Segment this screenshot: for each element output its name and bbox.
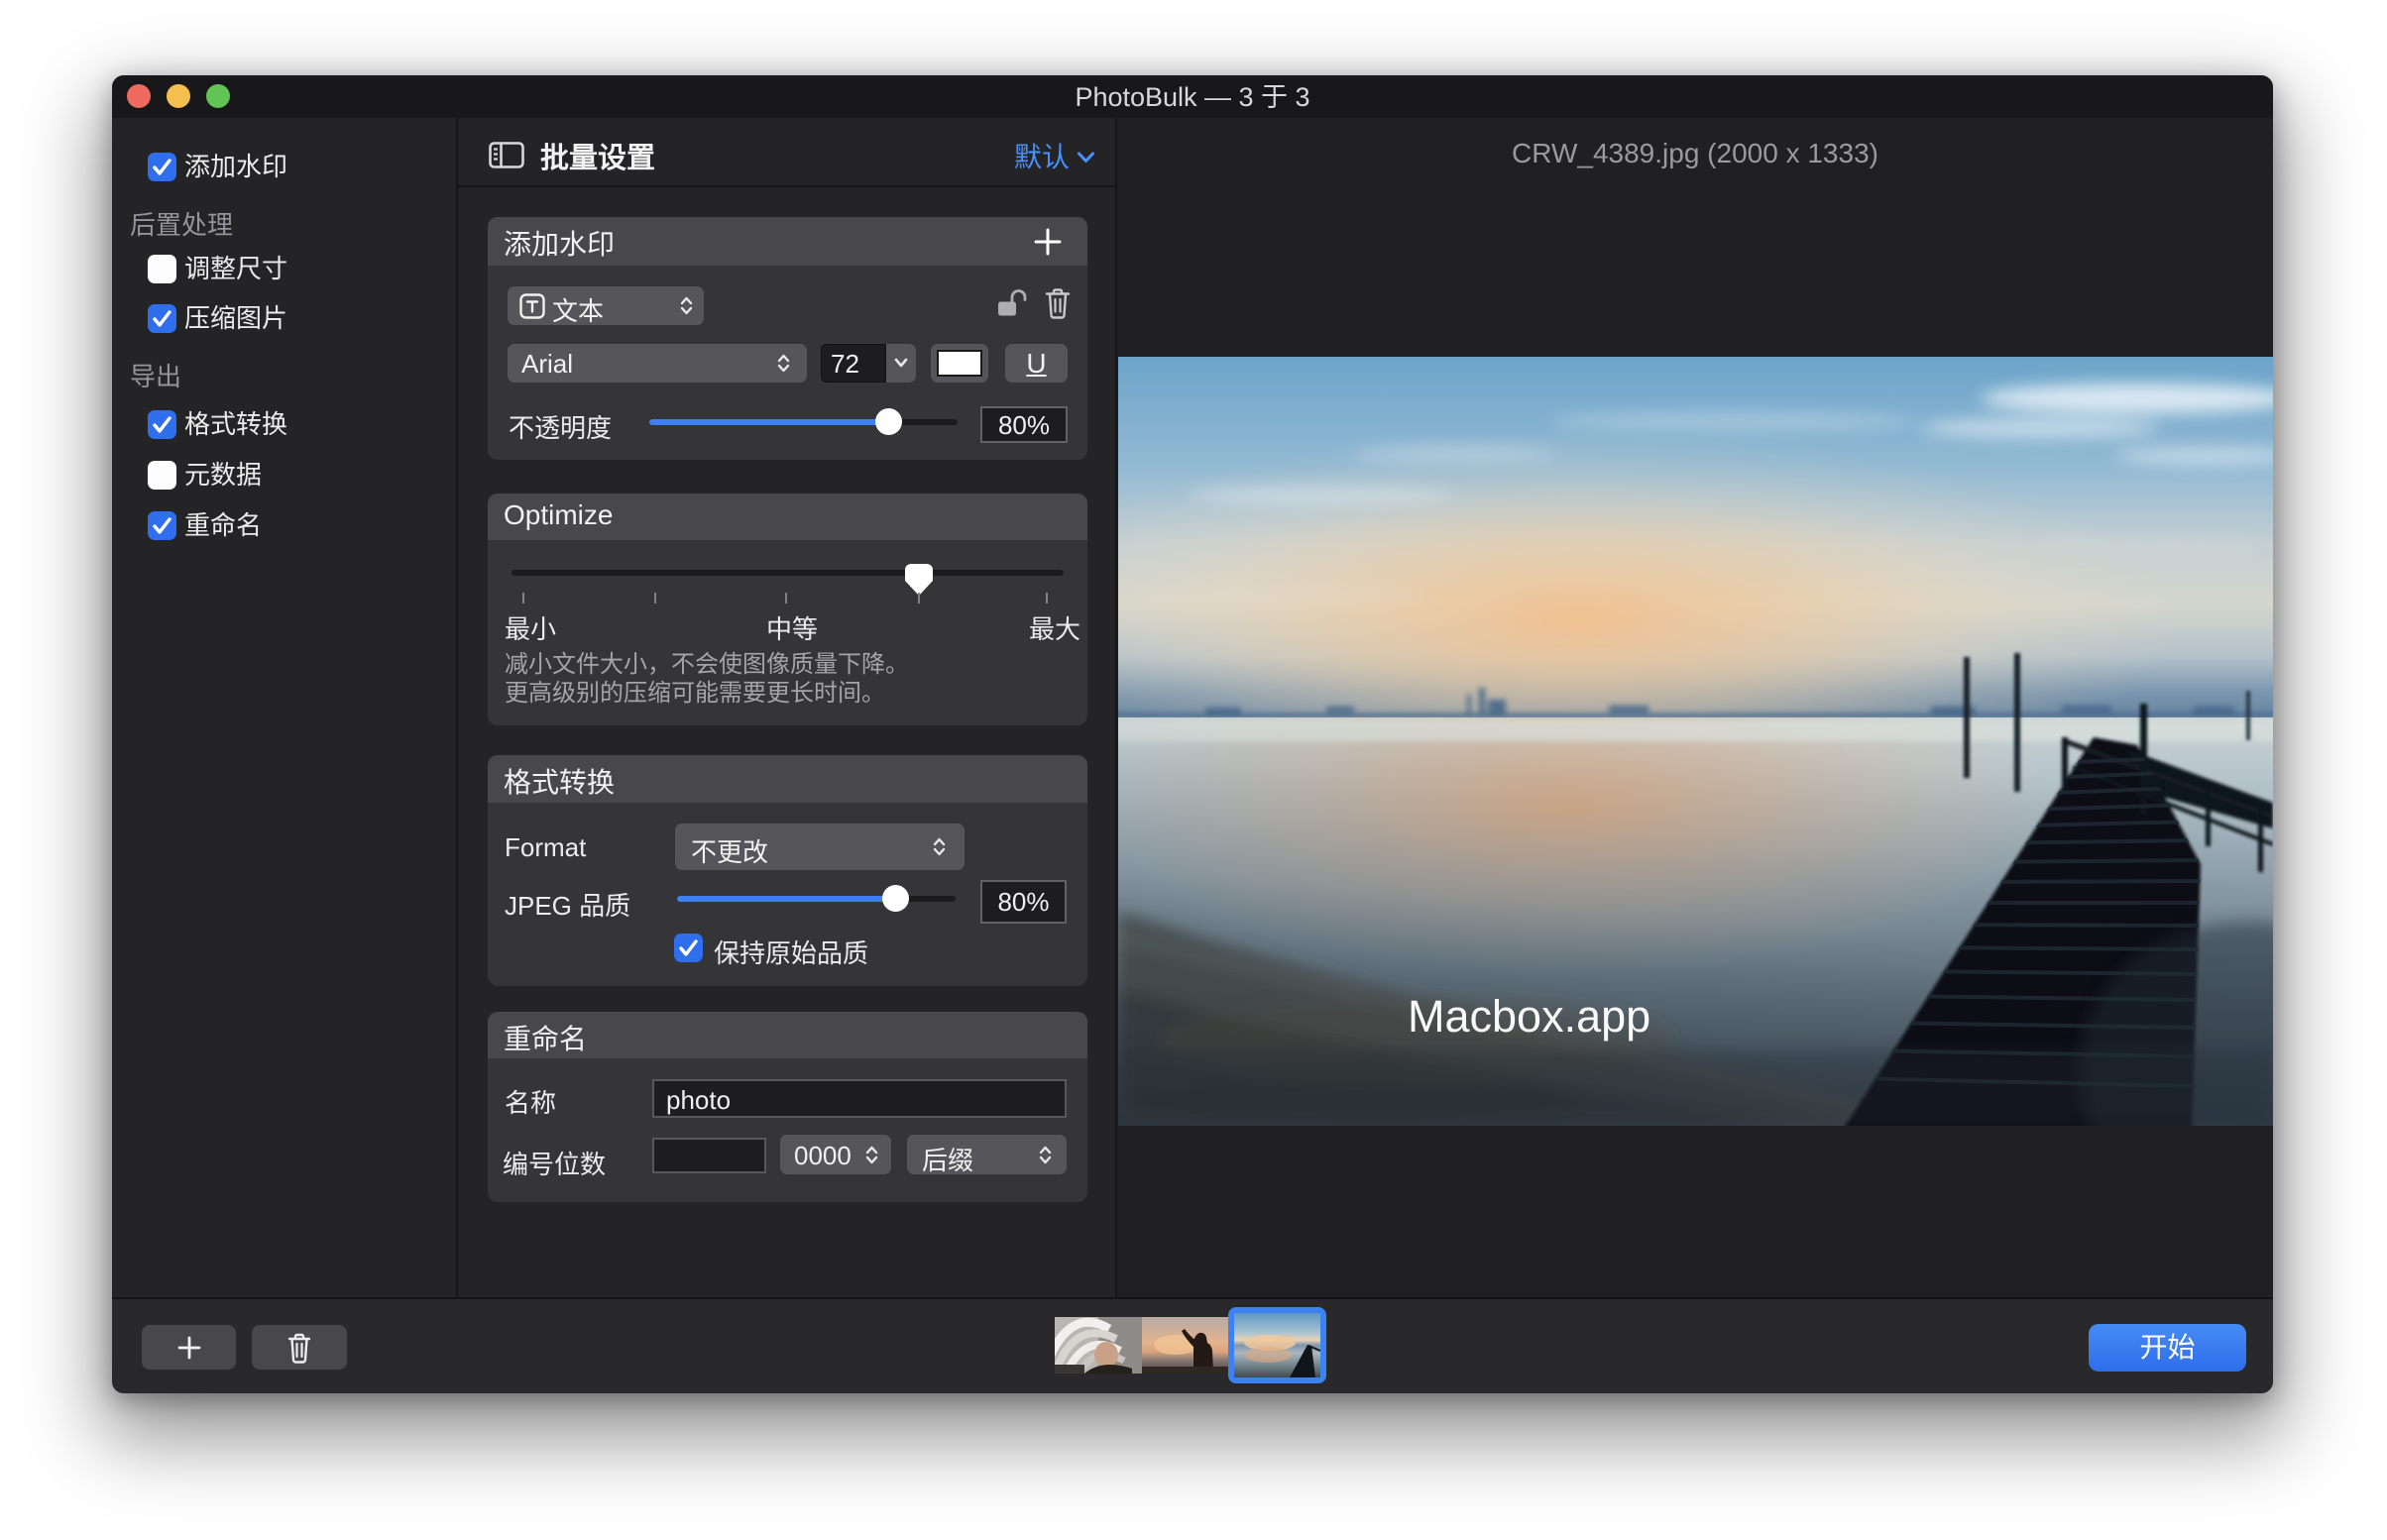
svg-text:Macbox.app: Macbox.app — [1408, 991, 1650, 1042]
